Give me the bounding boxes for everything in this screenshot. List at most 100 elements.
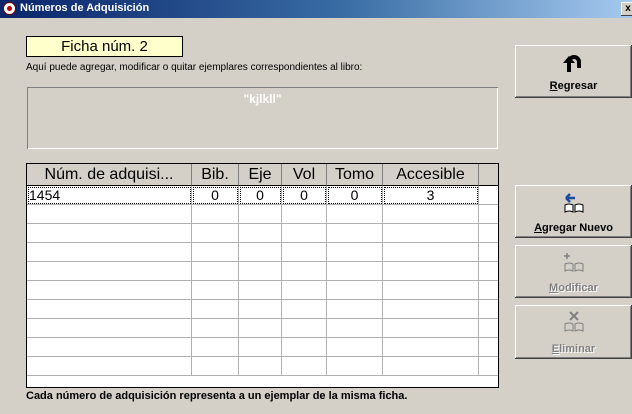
- empty-cell[interactable]: [192, 205, 239, 224]
- app-icon: [3, 2, 16, 15]
- empty-cell[interactable]: [27, 205, 192, 224]
- empty-cell[interactable]: [327, 224, 383, 243]
- main-panel: Ficha núm. 2 Aquí puede agregar, modific…: [21, 30, 503, 404]
- close-button[interactable]: x: [621, 2, 632, 16]
- empty-cell[interactable]: [192, 243, 239, 262]
- row-filler: [479, 243, 498, 262]
- table-cell[interactable]: 0: [327, 186, 383, 205]
- empty-cell[interactable]: [327, 319, 383, 338]
- empty-cell[interactable]: [239, 262, 282, 281]
- empty-cell[interactable]: [327, 262, 383, 281]
- header-filler: [479, 164, 498, 186]
- row-filler: [479, 281, 498, 300]
- empty-cell[interactable]: [27, 224, 192, 243]
- empty-cell[interactable]: [383, 319, 479, 338]
- empty-cell[interactable]: [383, 281, 479, 300]
- empty-cell[interactable]: [383, 224, 479, 243]
- empty-cell[interactable]: [282, 243, 327, 262]
- row-filler: [479, 357, 498, 376]
- row-filler: [479, 262, 498, 281]
- modificar-button[interactable]: Modificar: [515, 245, 632, 298]
- empty-cell[interactable]: [383, 205, 479, 224]
- empty-cell[interactable]: [192, 224, 239, 243]
- regresar-label: Regresar: [549, 80, 598, 92]
- table-cell[interactable]: 0: [192, 186, 239, 205]
- title-bar: Números de Adquisición x: [0, 0, 632, 18]
- column-header[interactable]: Bib.: [192, 164, 239, 186]
- empty-cell[interactable]: [383, 357, 479, 376]
- table-cell[interactable]: 3: [383, 186, 479, 205]
- delete-book-icon: [564, 311, 583, 332]
- empty-cell[interactable]: [27, 357, 192, 376]
- agregar-nuevo-button[interactable]: Agregar Nuevo: [515, 185, 632, 238]
- empty-cell[interactable]: [27, 319, 192, 338]
- row-filler: [479, 224, 498, 243]
- row-filler: [479, 205, 498, 224]
- column-header[interactable]: Accesible: [383, 164, 479, 186]
- empty-cell[interactable]: [239, 205, 282, 224]
- row-filler: [479, 186, 498, 205]
- empty-cell[interactable]: [27, 262, 192, 281]
- acquisition-grid[interactable]: Núm. de adquisi... Bib. Eje Vol Tomo Accesibl…: [26, 163, 499, 388]
- table-cell[interactable]: 0: [282, 186, 327, 205]
- empty-cell[interactable]: [27, 300, 192, 319]
- empty-cell[interactable]: [192, 357, 239, 376]
- empty-cell[interactable]: [327, 205, 383, 224]
- empty-cell[interactable]: [383, 262, 479, 281]
- empty-cell[interactable]: [282, 357, 327, 376]
- empty-cell[interactable]: [239, 300, 282, 319]
- book-title-box: "kjlkll": [27, 87, 498, 149]
- empty-cell[interactable]: [282, 262, 327, 281]
- empty-cell[interactable]: [192, 338, 239, 357]
- modificar-label: Modificar: [549, 282, 598, 294]
- footer-note: Cada número de adquisición representa a …: [26, 390, 408, 402]
- empty-cell[interactable]: [282, 281, 327, 300]
- column-header[interactable]: Vol: [282, 164, 327, 186]
- window-title: Números de Adquisición: [20, 2, 150, 14]
- empty-cell[interactable]: [239, 338, 282, 357]
- empty-cell[interactable]: [327, 357, 383, 376]
- empty-cell[interactable]: [239, 224, 282, 243]
- column-header[interactable]: Tomo: [327, 164, 383, 186]
- empty-cell[interactable]: [383, 243, 479, 262]
- empty-cell[interactable]: [282, 319, 327, 338]
- edit-book-icon: [563, 253, 583, 272]
- empty-cell[interactable]: [282, 205, 327, 224]
- row-filler: [479, 300, 498, 319]
- empty-cell[interactable]: [282, 224, 327, 243]
- empty-cell[interactable]: [383, 338, 479, 357]
- empty-cell[interactable]: [239, 243, 282, 262]
- empty-cell[interactable]: [192, 319, 239, 338]
- empty-cell[interactable]: [282, 338, 327, 357]
- help-text: Aquí puede agregar, modificar o quitar e…: [26, 62, 363, 73]
- empty-cell[interactable]: [239, 319, 282, 338]
- empty-cell[interactable]: [27, 243, 192, 262]
- empty-cell[interactable]: [27, 338, 192, 357]
- empty-cell[interactable]: [327, 300, 383, 319]
- empty-cell[interactable]: [239, 357, 282, 376]
- column-header[interactable]: Eje: [239, 164, 282, 186]
- empty-cell[interactable]: [383, 300, 479, 319]
- empty-cell[interactable]: [27, 281, 192, 300]
- table-cell[interactable]: 0: [239, 186, 282, 205]
- empty-cell[interactable]: [192, 300, 239, 319]
- eliminar-button[interactable]: Eliminar: [515, 305, 632, 359]
- u-turn-arrow-icon: [562, 55, 581, 72]
- row-filler: [479, 319, 498, 338]
- add-book-icon: [564, 193, 583, 213]
- book-title: "kjlkll": [243, 92, 282, 106]
- empty-cell[interactable]: [282, 300, 327, 319]
- row-filler: [479, 338, 498, 357]
- column-header[interactable]: Núm. de adquisi...: [27, 164, 192, 186]
- table-cell[interactable]: 1454: [27, 186, 192, 205]
- regresar-button[interactable]: Regresar: [515, 45, 632, 98]
- empty-cell[interactable]: [239, 281, 282, 300]
- empty-cell[interactable]: [192, 262, 239, 281]
- ficha-label: Ficha núm. 2: [26, 36, 183, 57]
- empty-cell[interactable]: [192, 281, 239, 300]
- empty-cell[interactable]: [327, 243, 383, 262]
- eliminar-label: Eliminar: [551, 343, 596, 355]
- agregar-nuevo-label: Agregar Nuevo: [534, 222, 613, 234]
- empty-cell[interactable]: [327, 281, 383, 300]
- empty-cell[interactable]: [327, 338, 383, 357]
